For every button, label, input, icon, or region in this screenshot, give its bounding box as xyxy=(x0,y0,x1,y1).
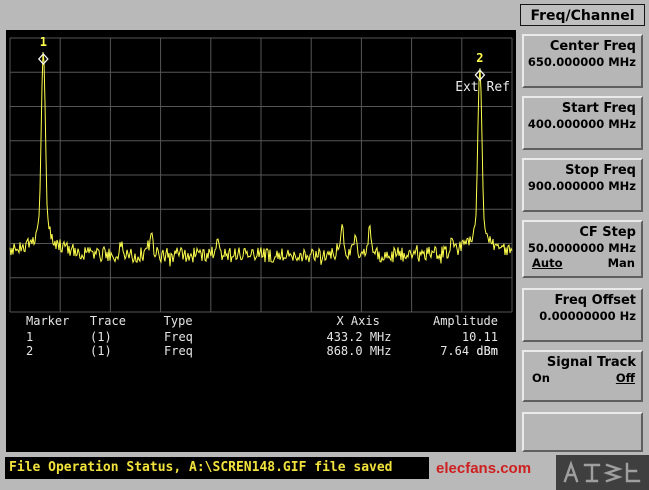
marker-number-label: 2 xyxy=(476,51,483,65)
spectrum-display: 12 Ext Ref Marker Trace Type X Axis Ampl… xyxy=(6,30,516,452)
vendor-logo-glyphs xyxy=(561,459,645,487)
cf-step-auto-option: Auto xyxy=(532,256,563,270)
softkey-label: CF Step xyxy=(524,222,641,240)
marker-table: Marker Trace Type X Axis Amplitude 1 (1)… xyxy=(6,314,516,358)
softkey-label: Center Freq xyxy=(524,36,641,54)
softkey-label: Freq Offset xyxy=(524,290,641,308)
softkey-freq-offset[interactable]: Freq Offset 0.00000000 Hz xyxy=(522,288,643,342)
marker-type: Freq xyxy=(164,330,284,344)
softkey-label: Start Freq xyxy=(524,98,641,116)
softkey-value: 50.0000000 MHz xyxy=(524,240,641,255)
marker-amplitude: 10.11 dBm xyxy=(434,330,516,344)
col-header-trace: Trace xyxy=(90,314,164,328)
watermark: elecfans.com xyxy=(436,460,531,477)
marker-number: 2 xyxy=(6,344,90,358)
softkey-blank[interactable] xyxy=(522,412,643,452)
menu-title: Freq/Channel xyxy=(520,4,645,26)
col-header-amplitude: Amplitude xyxy=(433,314,516,328)
marker-type: Freq xyxy=(164,344,284,358)
softkey-center-freq[interactable]: Center Freq 650.000000 MHz xyxy=(522,34,643,88)
ext-ref-indicator: Ext Ref xyxy=(455,80,510,95)
softkey-start-freq[interactable]: Start Freq 400.000000 MHz xyxy=(522,96,643,150)
marker-x-axis: 433.2 MHz xyxy=(284,330,434,344)
col-header-x-axis: X Axis xyxy=(283,314,433,328)
marker-table-row: 1 (1) Freq 433.2 MHz 10.11 dBm xyxy=(6,330,516,344)
vendor-logo xyxy=(556,455,649,490)
status-text: File Operation Status, A:\SCREN148.GIF f… xyxy=(9,460,393,475)
status-bar: File Operation Status, A:\SCREN148.GIF f… xyxy=(5,457,429,479)
softkey-signal-track[interactable]: Signal Track On Off xyxy=(522,350,643,402)
marker-trace: (1) xyxy=(90,344,164,358)
softkey-label: Stop Freq xyxy=(524,160,641,178)
marker-trace: (1) xyxy=(90,330,164,344)
softkey-label: Signal Track xyxy=(524,352,641,370)
col-header-type: Type xyxy=(164,314,284,328)
softkey-value: 400.000000 MHz xyxy=(524,116,641,131)
marker-number-label: 1 xyxy=(40,35,47,49)
softkey-stop-freq[interactable]: Stop Freq 900.000000 MHz xyxy=(522,158,643,212)
softkey-toggle: Auto Man xyxy=(524,255,641,270)
col-header-marker: Marker xyxy=(6,314,90,328)
softkey-value: 650.000000 MHz xyxy=(524,54,641,69)
marker-x-axis: 868.0 MHz xyxy=(284,344,434,358)
softkey-value: 0.00000000 Hz xyxy=(524,308,641,323)
marker-amplitude: 7.64 dBm xyxy=(434,344,516,358)
softkey-cf-step[interactable]: CF Step 50.0000000 MHz Auto Man xyxy=(522,220,643,278)
spectrum-analyzer-screen: 12 Ext Ref Marker Trace Type X Axis Ampl… xyxy=(0,0,649,490)
softkey-value: 900.000000 MHz xyxy=(524,178,641,193)
spectrum-plot: 12 xyxy=(6,30,516,452)
marker-table-row: 2 (1) Freq 868.0 MHz 7.64 dBm xyxy=(6,344,516,358)
marker-number: 1 xyxy=(6,330,90,344)
signal-track-off-option: Off xyxy=(616,371,635,385)
signal-track-on-option: On xyxy=(532,371,550,385)
cf-step-man-option: Man xyxy=(608,256,635,270)
softkey-toggle: On Off xyxy=(524,370,641,385)
marker-table-header: Marker Trace Type X Axis Amplitude xyxy=(6,314,516,328)
